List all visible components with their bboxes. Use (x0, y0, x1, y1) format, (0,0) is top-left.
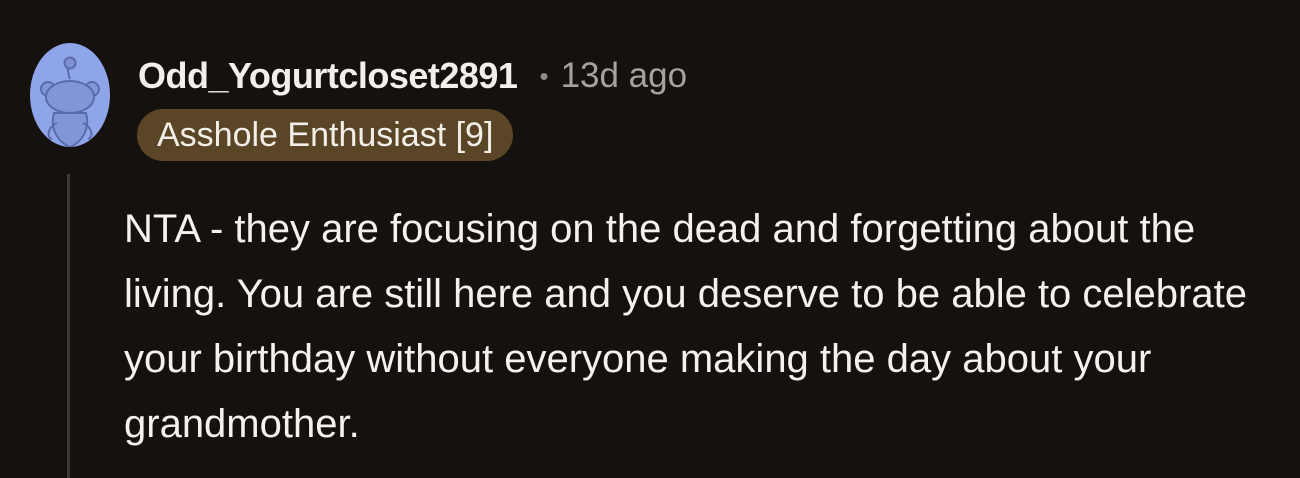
comment-body: NTA - they are focusing on the dead and … (124, 207, 1247, 446)
user-flair: Asshole Enthusiast [9] (137, 109, 514, 161)
avatar[interactable] (30, 43, 110, 147)
thread-line[interactable] (67, 174, 70, 478)
comment: Odd_Yogurtcloset2891 • 13d ago Asshole E… (0, 0, 1300, 478)
username-link[interactable]: Odd_Yogurtcloset2891 (138, 55, 518, 97)
meta-separator: • (539, 60, 549, 91)
timestamp[interactable]: 13d ago (561, 56, 688, 96)
reddit-snoo-avatar-icon (30, 43, 110, 147)
comment-meta: Odd_Yogurtcloset2891 • 13d ago (138, 52, 687, 100)
